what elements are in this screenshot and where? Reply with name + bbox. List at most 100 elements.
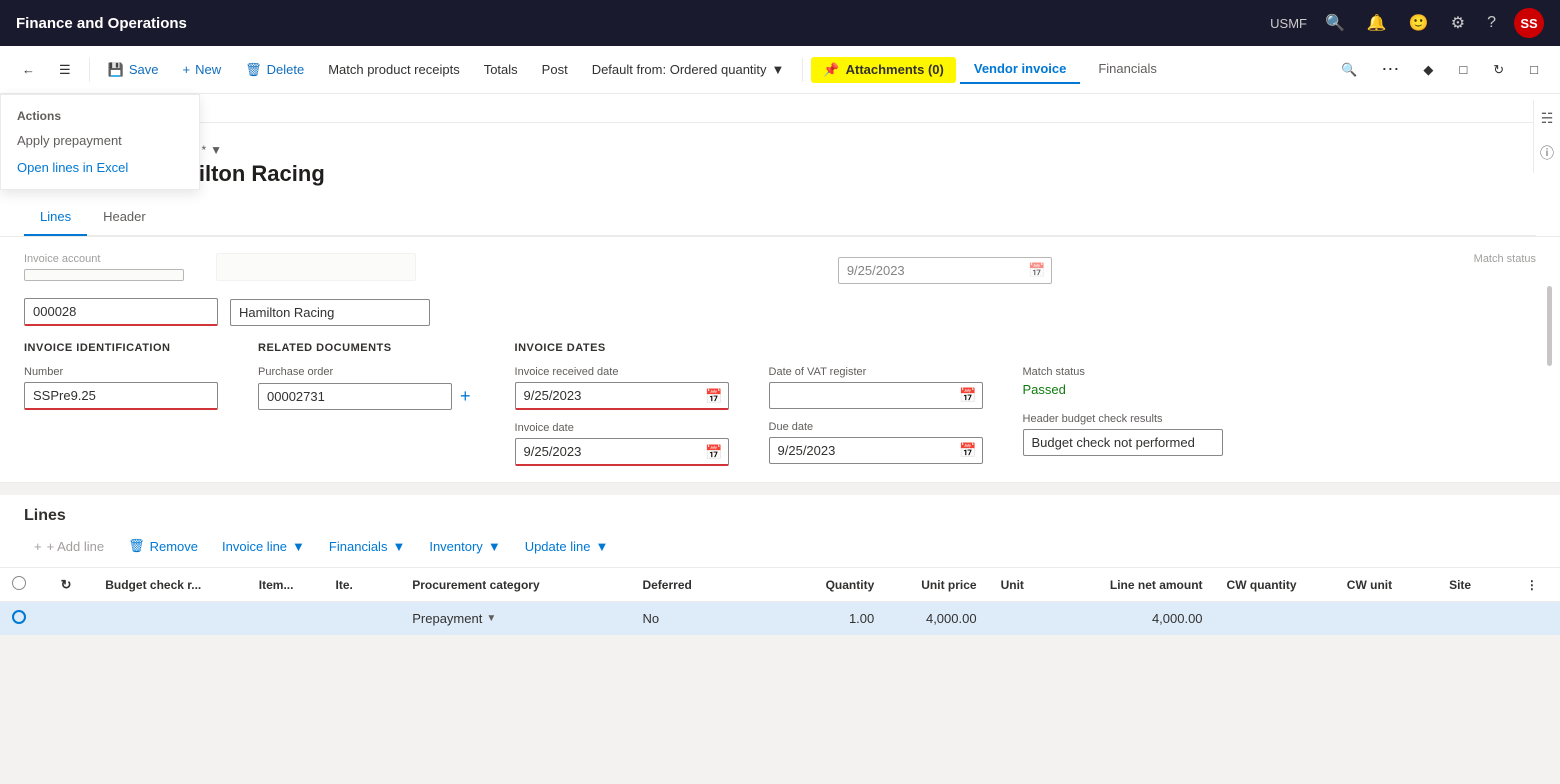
separator-2 <box>802 58 803 82</box>
th-item2[interactable]: Ite. <box>324 568 401 602</box>
vat-register-input[interactable] <box>769 382 983 409</box>
th-budget-check[interactable]: Budget check r... <box>93 568 247 602</box>
td-line-net-amount[interactable]: 4,000.00 <box>1065 602 1214 636</box>
post-button[interactable]: Post <box>532 56 578 83</box>
td-deferred[interactable]: No <box>630 602 783 636</box>
td-quantity[interactable]: 1.00 <box>784 602 886 636</box>
refresh-icon-cmd[interactable]: ↻ <box>1483 56 1514 84</box>
tab-header[interactable]: Header <box>87 199 162 236</box>
lines-section: Lines + + Add line 🗑 Remove Invoice line… <box>0 495 1560 636</box>
calendar-icon-received[interactable]: 📅 <box>705 388 722 405</box>
gear-icon[interactable]: ⚙ <box>1447 11 1469 35</box>
th-line-net-amount[interactable]: Line net amount <box>1065 568 1214 602</box>
related-documents-col: RELATED DOCUMENTS Purchase order + <box>258 342 475 466</box>
invoice-identification-header: INVOICE IDENTIFICATION <box>24 342 218 354</box>
attachments-button[interactable]: 📌 Attachments (0) <box>811 57 955 83</box>
help-icon[interactable]: ? <box>1483 12 1500 34</box>
company-selector[interactable]: USMF <box>1270 16 1307 31</box>
th-item1[interactable]: Item... <box>247 568 324 602</box>
partial-input-2 <box>216 253 416 281</box>
lines-toolbar: + + Add line 🗑 Remove Invoice line ▼ Fin… <box>24 533 1536 559</box>
th-cw-quantity[interactable]: CW quantity <box>1215 568 1335 602</box>
update-line-button[interactable]: Update line ▼ <box>515 534 619 559</box>
header-budget-check-input[interactable] <box>1023 429 1223 456</box>
delete-button[interactable]: 🗑 Delete <box>235 56 314 84</box>
copy-icon[interactable]: □ <box>1449 56 1477 83</box>
th-unit[interactable]: Unit <box>989 568 1066 602</box>
breadcrumb-row: Vendor invoice | Standard view * ▼ <box>24 139 1536 161</box>
new-button[interactable]: + New <box>172 56 231 83</box>
tab-financials[interactable]: Financials <box>1084 55 1171 84</box>
back-icon: ← <box>22 62 35 77</box>
bell-icon[interactable]: 🔔 <box>1363 11 1391 35</box>
invoice-date-group: Invoice date 📅 <box>515 422 729 466</box>
partial-date-input[interactable] <box>838 257 1052 284</box>
td-select[interactable] <box>0 602 49 636</box>
totals-button[interactable]: Totals <box>474 56 528 83</box>
th-deferred[interactable]: Deferred <box>630 568 783 602</box>
sub-tabs: Lines Header <box>24 199 1536 236</box>
td-unit-price[interactable]: 4,000.00 <box>886 602 988 636</box>
calendar-icon-due[interactable]: 📅 <box>959 442 976 459</box>
th-quantity[interactable]: Quantity <box>784 568 886 602</box>
more-icon[interactable]: ⋮ <box>1526 578 1538 592</box>
th-unit-price[interactable]: Unit price <box>886 568 988 602</box>
td-procurement-category[interactable]: Prepayment ▼ <box>400 602 630 636</box>
search-icon[interactable]: 🔍 <box>1321 11 1349 35</box>
info-icon[interactable]: ⓘ <box>1540 143 1554 163</box>
vat-register-group: Date of VAT register 📅 <box>769 366 983 409</box>
purchase-order-group: Purchase order + <box>258 366 475 411</box>
back-button[interactable]: ← <box>12 56 45 83</box>
invoice-date-input[interactable] <box>515 438 729 466</box>
table-header: ↻ Budget check r... Item... Ite. <box>0 568 1560 602</box>
lines-table-container: ↻ Budget check r... Item... Ite. <box>0 568 1560 636</box>
financials-line-button[interactable]: Financials ▼ <box>319 534 415 559</box>
invoice-received-date-input[interactable] <box>515 382 729 410</box>
th-site[interactable]: Site <box>1437 568 1514 602</box>
ellipsis-button[interactable]: ⋯ <box>1373 55 1407 84</box>
open-lines-excel-item[interactable]: Open lines in Excel <box>1 154 199 181</box>
expand-icon[interactable]: □ <box>1520 56 1548 83</box>
lines-table: ↻ Budget check r... Item... Ite. <box>0 568 1560 636</box>
match-product-receipts-button[interactable]: Match product receipts <box>318 56 470 83</box>
th-cw-unit[interactable]: CW unit <box>1335 568 1437 602</box>
partial-field-1: Invoice account <box>24 253 184 284</box>
chevron-down-icon: ▼ <box>772 62 785 77</box>
page-header: Vendor invoice | Standard view * ▼ SSPre… <box>0 123 1560 237</box>
default-from-button[interactable]: Default from: Ordered quantity ▼ <box>582 56 795 83</box>
status-col: Match status Passed Header budget check … <box>1023 342 1223 466</box>
smiley-icon[interactable]: 🙂 <box>1405 11 1433 35</box>
remove-line-button[interactable]: 🗑 Remove <box>118 533 208 559</box>
form-section: Invoice account 📅 Match status <box>0 237 1560 483</box>
number-input[interactable] <box>24 382 218 410</box>
add-line-icon: + <box>34 539 42 554</box>
table-row[interactable]: Prepayment ▼ No 1.00 4,000. <box>0 602 1560 636</box>
calendar-icon-invoice[interactable]: 📅 <box>705 444 722 461</box>
inventory-button[interactable]: Inventory ▼ <box>419 534 510 559</box>
invoice-account-input[interactable] <box>24 298 218 326</box>
trash-icon: 🗑 <box>128 538 145 554</box>
apply-prepayment-item[interactable]: Apply prepayment <box>1 127 199 154</box>
tab-vendor-invoice[interactable]: Vendor invoice <box>960 55 1080 84</box>
tab-lines[interactable]: Lines <box>24 199 87 236</box>
invoice-line-button[interactable]: Invoice line ▼ <box>212 534 315 559</box>
save-button[interactable]: 💾 Save <box>98 56 169 84</box>
td-item1 <box>247 602 324 636</box>
calendar-icon-partial[interactable]: 📅 <box>1028 262 1045 279</box>
cmd-search-icon[interactable]: 🔍 <box>1331 56 1367 84</box>
add-line-button[interactable]: + + Add line <box>24 534 114 559</box>
purchase-order-input[interactable] <box>258 383 452 410</box>
form-main-columns: INVOICE IDENTIFICATION Number RELATED DO… <box>24 342 1536 466</box>
app-title: Finance and Operations <box>16 15 187 32</box>
due-date-input[interactable] <box>769 437 983 464</box>
hamburger-button[interactable]: ☰ <box>49 56 81 84</box>
add-purchase-order-button[interactable]: + <box>456 382 475 411</box>
invoice-date-label: Invoice date <box>515 422 729 434</box>
vendor-name-input[interactable] <box>230 299 430 326</box>
calendar-icon-vat[interactable]: 📅 <box>959 387 976 404</box>
delete-icon: 🗑 <box>245 62 262 78</box>
avatar[interactable]: SS <box>1514 8 1544 38</box>
diamond-icon[interactable]: ◆ <box>1413 56 1443 84</box>
filter-icon[interactable]: ☵ <box>1540 110 1554 127</box>
th-procurement-category[interactable]: Procurement category <box>400 568 630 602</box>
